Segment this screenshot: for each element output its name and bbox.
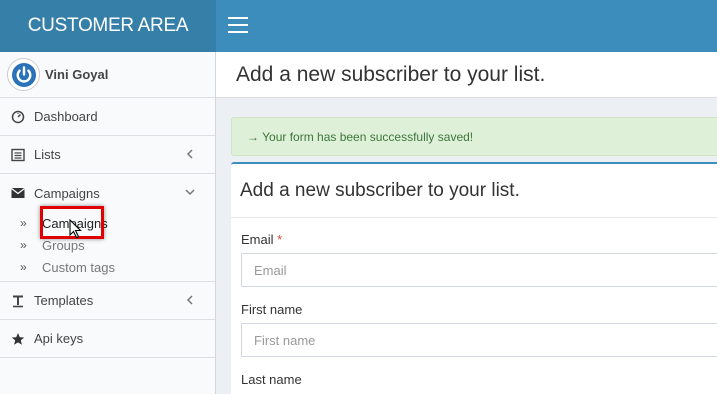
box-header: Add a new subscriber to your list. xyxy=(231,164,717,218)
chevron-left-icon xyxy=(183,293,197,307)
sidebar-item-lists[interactable]: Lists xyxy=(0,136,215,174)
last-name-label: Last name xyxy=(241,372,302,387)
sidebar-subitem-label: Custom tags xyxy=(42,259,115,275)
avatar xyxy=(7,58,40,91)
sidebar-subitem-campaigns[interactable]: » Campaigns xyxy=(0,212,215,234)
sidebar-item-label: Lists xyxy=(34,147,61,162)
sidebar-subitem-label: Campaigns xyxy=(42,215,108,231)
first-name-field[interactable] xyxy=(241,323,717,357)
campaigns-submenu: » Campaigns » Groups » Custom tags xyxy=(0,212,215,282)
main-content: Add a new subscriber to your list. → You… xyxy=(216,52,717,394)
box-title: Add a new subscriber to your list. xyxy=(240,179,520,201)
last-name-group: Last name xyxy=(241,372,717,387)
top-navbar xyxy=(216,0,717,52)
email-group: Email * xyxy=(241,232,717,287)
sidebar-item-dashboard[interactable]: Dashboard xyxy=(0,98,215,136)
sidebar-item-label: Api keys xyxy=(34,331,84,346)
text-icon xyxy=(10,293,26,309)
menu-toggle-icon[interactable] xyxy=(228,17,248,33)
required-mark: * xyxy=(277,232,283,247)
list-icon xyxy=(10,147,26,163)
email-label: Email * xyxy=(241,232,283,247)
chevron-left-icon xyxy=(183,147,197,161)
first-name-label: First name xyxy=(241,302,303,317)
sidebar-item-label: Campaigns xyxy=(34,185,100,201)
sidebar-subitem-label: Groups xyxy=(42,237,85,253)
dashboard-icon xyxy=(10,109,26,125)
power-icon xyxy=(11,62,36,87)
first-name-group: First name xyxy=(241,302,717,357)
sidebar-item-campaigns[interactable]: Campaigns xyxy=(0,174,215,212)
sidebar-item-templates[interactable]: Templates xyxy=(0,282,215,320)
double-chevron-icon: » xyxy=(20,216,27,230)
double-chevron-icon: » xyxy=(20,238,27,252)
chevron-down-icon xyxy=(183,185,197,199)
star-icon xyxy=(10,331,26,347)
sidebar-item-api-keys[interactable]: Api keys xyxy=(0,320,215,358)
content-header: Add a new subscriber to your list. xyxy=(216,52,717,98)
user-panel: Vini Goyal xyxy=(0,52,215,98)
sidebar-item-label: Templates xyxy=(34,293,94,308)
sidebar-subitem-groups[interactable]: » Groups xyxy=(0,234,215,256)
page-title: Add a new subscriber to your list. xyxy=(236,62,546,86)
brand-logo[interactable]: CUSTOMER AREA xyxy=(0,0,216,52)
subscriber-form-box: Add a new subscriber to your list. Email… xyxy=(231,162,717,394)
user-name: Vini Goyal xyxy=(45,67,109,82)
form-body: Email * First name Last name xyxy=(231,218,717,387)
sidebar-item-label: Dashboard xyxy=(34,109,98,124)
envelope-icon xyxy=(10,185,26,201)
top-header: CUSTOMER AREA xyxy=(0,0,717,52)
sidebar: Vini Goyal Dashboard Lists Campaigns » C… xyxy=(0,52,216,394)
sidebar-subitem-custom-tags[interactable]: » Custom tags xyxy=(0,256,215,278)
success-alert: → Your form has been successfully saved! xyxy=(231,117,717,156)
double-chevron-icon: » xyxy=(20,260,27,274)
email-field[interactable] xyxy=(241,253,717,287)
